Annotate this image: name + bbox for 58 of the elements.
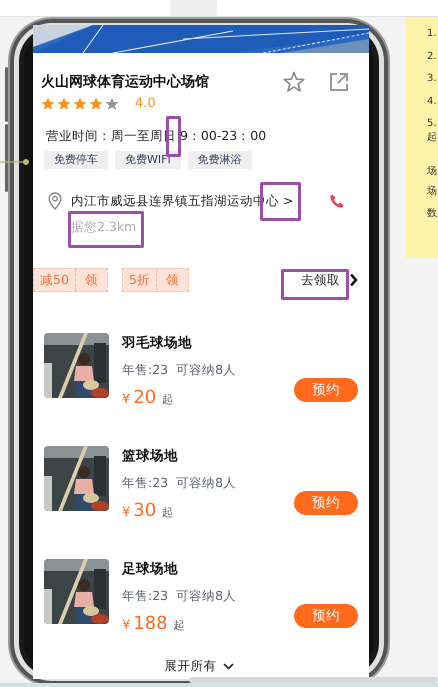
scrollbar[interactable] <box>189 677 438 683</box>
note-text: 场 <box>427 166 438 178</box>
note-text: 起 <box>427 132 438 144</box>
note-text: 2. <box>427 50 438 62</box>
chevron-right-icon[interactable] <box>349 273 358 287</box>
coupon-chip[interactable]: 减50 领 <box>33 268 108 292</box>
star-icon <box>73 96 87 110</box>
claim-label: 领 <box>74 269 107 291</box>
note-text: 3. <box>427 73 438 85</box>
favorite-icon[interactable] <box>283 71 305 93</box>
note-text: 数 <box>427 208 438 220</box>
note-text: 4. <box>427 96 438 108</box>
note-text: 1. <box>427 28 438 40</box>
capacity-label: 可容纳8人 <box>176 362 236 379</box>
coupon-offer: 5折 <box>128 271 151 289</box>
price-suffix: 起 <box>174 618 185 633</box>
star-icon <box>57 96 71 110</box>
price-suffix: 起 <box>162 392 174 407</box>
sales-count: 年售:23 <box>122 475 168 492</box>
distance-label: 据您2.3km <box>71 219 138 236</box>
price: 30 <box>133 500 156 521</box>
currency-symbol: ¥ <box>122 618 130 633</box>
empty-star-icon <box>105 96 119 110</box>
price: 188 <box>133 613 168 634</box>
coupon-chip[interactable]: 5折 领 <box>122 268 189 292</box>
expand-all-link[interactable]: 展开所有 <box>164 658 216 675</box>
court-name: 足球场地 <box>122 560 179 578</box>
venue-name: 火山网球体育运动中心场馆 <box>41 73 209 91</box>
court-name: 篮球场地 <box>122 447 179 465</box>
highlight-box <box>281 269 349 300</box>
phone-icon[interactable] <box>329 193 345 209</box>
book-button[interactable]: 预约 <box>294 378 358 402</box>
price: 20 <box>133 387 156 408</box>
book-button[interactable]: 预约 <box>294 491 358 515</box>
amenity-tag: 免费停车 <box>44 151 108 169</box>
amenity-tag: 免费淋浴 <box>188 151 252 169</box>
claim-coupons-link[interactable]: 去领取 <box>301 272 340 288</box>
capacity-label: 可容纳8人 <box>176 588 236 605</box>
coupon-offer: 减50 <box>39 271 70 289</box>
currency-symbol: ¥ <box>122 505 130 520</box>
chevron-down-icon[interactable] <box>222 663 234 670</box>
location-pin-icon <box>48 192 62 210</box>
note-text: 5. <box>427 118 438 130</box>
court-name: 羽毛球场地 <box>122 334 193 352</box>
price-suffix: 起 <box>162 505 174 520</box>
sales-count: 年售:23 <box>122 362 168 379</box>
share-icon[interactable] <box>329 72 349 92</box>
claim-label: 领 <box>156 269 188 291</box>
book-button[interactable]: 预约 <box>294 604 358 628</box>
currency-symbol: ¥ <box>122 392 130 407</box>
capacity-label: 可容纳8人 <box>176 475 236 492</box>
connector-line <box>0 158 30 166</box>
rating-value: 4.0 <box>135 96 156 111</box>
star-icon <box>89 96 103 110</box>
star-icon <box>41 96 55 110</box>
sales-count: 年售:23 <box>122 588 168 605</box>
amenity-tag: 免费WIFI <box>115 151 181 169</box>
note-text: 场 <box>427 186 438 198</box>
